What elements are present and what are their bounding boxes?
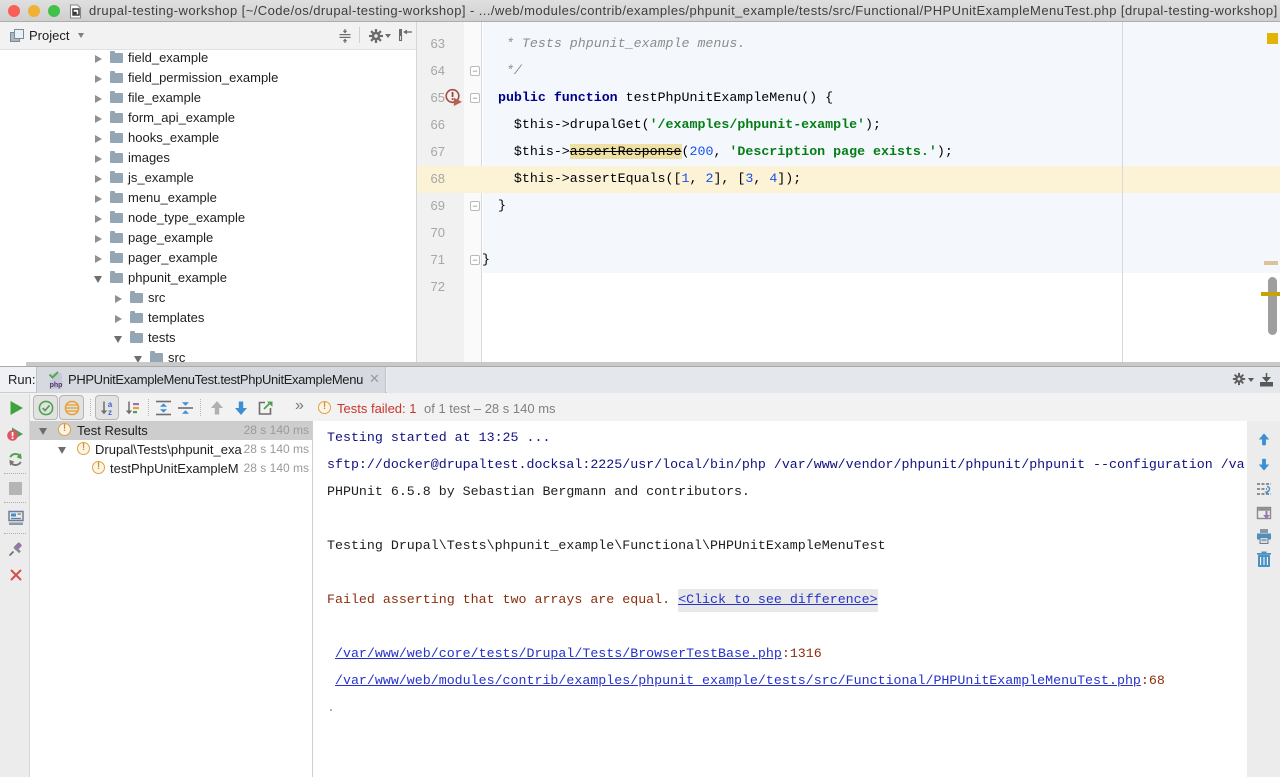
svg-text:z: z	[108, 408, 112, 416]
svg-text:php: php	[50, 382, 63, 389]
